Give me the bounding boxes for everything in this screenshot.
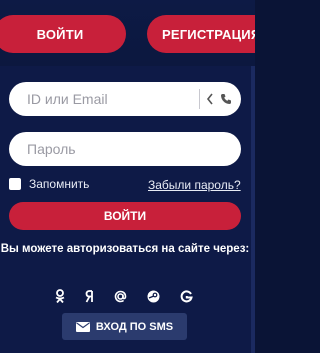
remember-me[interactable]: Запомнить bbox=[9, 177, 89, 191]
id-email-placeholder: ID или Email bbox=[27, 91, 108, 107]
forgot-password-link[interactable]: Забыли пароль? bbox=[148, 178, 241, 192]
yandex-icon[interactable] bbox=[82, 288, 98, 304]
submit-login-button[interactable]: ВОЙТИ bbox=[9, 202, 241, 230]
field-separator bbox=[199, 89, 200, 109]
steam-icon[interactable] bbox=[145, 288, 161, 304]
google-icon[interactable] bbox=[178, 288, 194, 304]
register-tab-button[interactable]: РЕГИСТРАЦИЯ bbox=[147, 15, 255, 53]
phone-icon[interactable] bbox=[220, 93, 232, 105]
social-icons bbox=[52, 288, 202, 304]
mailru-icon[interactable] bbox=[112, 288, 128, 304]
submit-login-label: ВОЙТИ bbox=[103, 209, 147, 223]
chevron-left-icon[interactable] bbox=[206, 93, 214, 105]
field-icons bbox=[206, 82, 232, 116]
id-email-field[interactable]: ID или Email bbox=[9, 82, 241, 116]
password-field[interactable]: Пароль bbox=[9, 132, 241, 166]
odnoklassniki-icon[interactable] bbox=[52, 288, 68, 304]
sms-login-button[interactable]: ВХОД ПО SMS bbox=[62, 313, 187, 340]
social-caption: Вы можете авторизоваться на сайте через: bbox=[0, 243, 250, 255]
remember-checkbox[interactable] bbox=[9, 178, 21, 190]
sms-login-label: ВХОД ПО SMS bbox=[95, 320, 174, 333]
panel-edge bbox=[251, 66, 255, 353]
login-tab-label: ВОЙТИ bbox=[36, 26, 84, 42]
login-screen: ВОЙТИ РЕГИСТРАЦИЯ ID или Email Пароль За… bbox=[0, 0, 255, 353]
password-placeholder: Пароль bbox=[27, 141, 76, 157]
register-tab-label: РЕГИСТРАЦИЯ bbox=[162, 26, 255, 42]
top-bar: ВОЙТИ РЕГИСТРАЦИЯ bbox=[0, 0, 255, 66]
remember-label: Запомнить bbox=[29, 177, 90, 191]
login-tab-button[interactable]: ВОЙТИ bbox=[0, 15, 126, 53]
envelope-icon bbox=[75, 321, 90, 332]
